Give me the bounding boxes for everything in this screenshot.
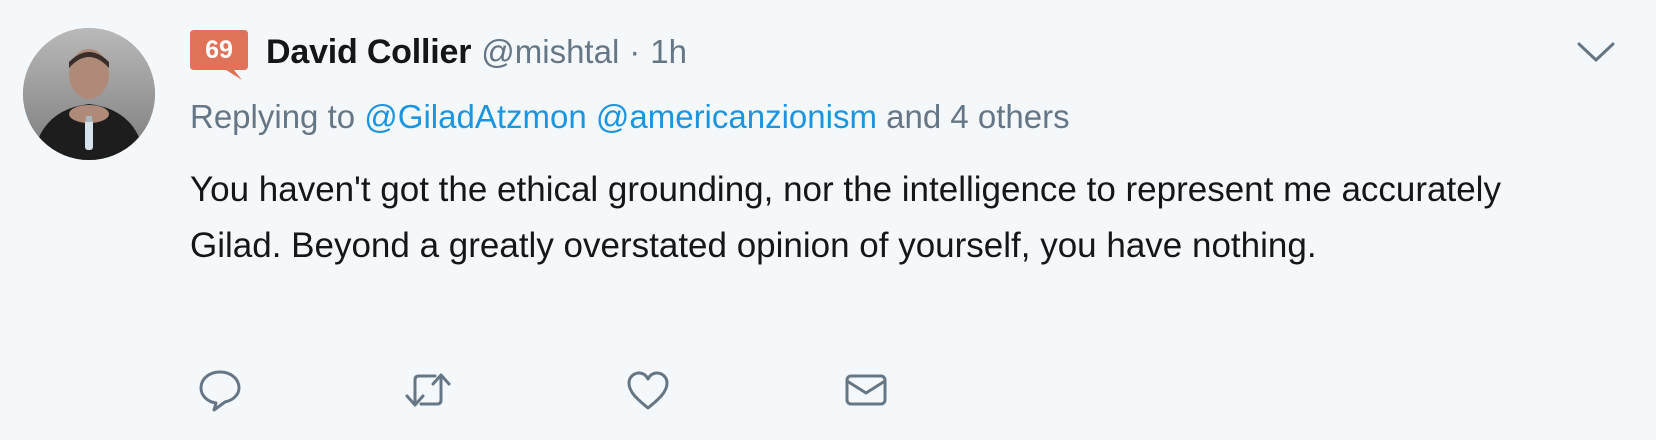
tweet-text: You haven't got the ethical grounding, n… [190, 170, 1501, 265]
avatar[interactable] [23, 28, 155, 160]
replying-to: Replying to @GiladAtzmon @americanzionis… [190, 98, 1070, 136]
envelope-icon [843, 371, 889, 409]
chevron-down-icon[interactable] [1576, 40, 1616, 64]
mention-link[interactable]: @GiladAtzmon [364, 98, 586, 135]
badge-count: 69 [205, 36, 233, 64]
display-name[interactable]: David Collier [266, 33, 471, 72]
reply-icon [197, 368, 243, 412]
direct-message-button[interactable] [841, 365, 891, 415]
reply-button[interactable] [195, 365, 245, 415]
action-bar [195, 365, 1095, 415]
tweet-header: 69 David Collier @mishtal · 1h [190, 22, 687, 82]
tweet[interactable]: 69 David Collier @mishtal · 1h Replying … [0, 0, 1656, 440]
notification-badge[interactable]: 69 [190, 30, 248, 80]
others-link[interactable]: and 4 others [886, 98, 1069, 135]
timestamp[interactable]: 1h [650, 33, 687, 71]
user-handle[interactable]: @mishtal [481, 33, 619, 71]
mention-link[interactable]: @americanzionism [596, 98, 877, 135]
replying-to-label: Replying to [190, 98, 356, 135]
separator-dot: · [629, 33, 641, 70]
retweet-button[interactable] [403, 365, 453, 415]
retweet-icon [403, 368, 453, 412]
heart-icon [625, 369, 671, 411]
like-button[interactable] [623, 365, 673, 415]
